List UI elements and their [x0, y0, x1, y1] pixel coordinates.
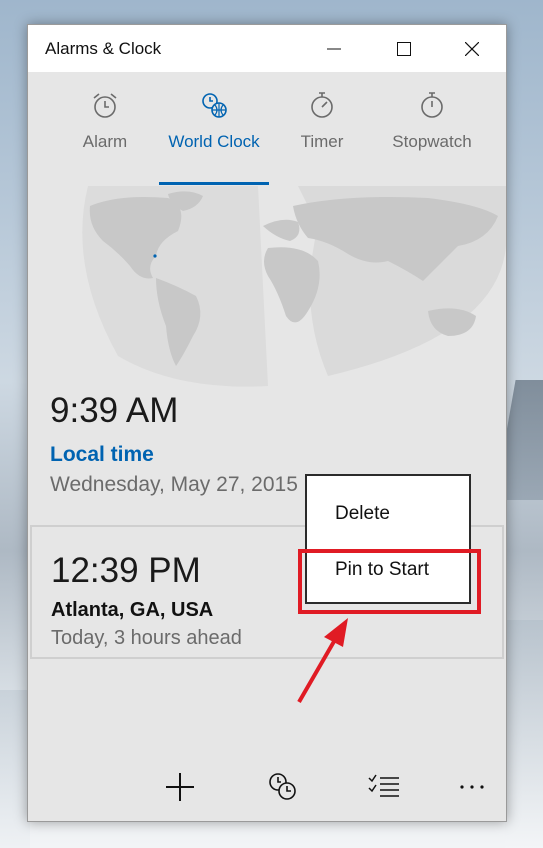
stopwatch-icon — [421, 92, 443, 118]
tab-world-clock[interactable]: World Clock — [159, 90, 269, 152]
desktop-background — [505, 620, 543, 848]
app-window: Alarms & Clock Alarm World Clock Timer S… — [27, 24, 507, 822]
app-bar — [28, 755, 506, 821]
local-clock[interactable]: 9:39 AM Local time Wednesday, May 27, 20… — [50, 391, 298, 497]
add-button[interactable] — [158, 765, 202, 809]
clock-offset: Today, 3 hours ahead — [51, 627, 242, 649]
more-icon — [460, 785, 484, 789]
tab-alarm[interactable]: Alarm — [73, 90, 137, 152]
tab-label: Stopwatch — [392, 132, 472, 151]
close-button[interactable] — [443, 25, 501, 72]
select-icon — [368, 774, 399, 797]
local-time: 9:39 AM — [50, 391, 179, 430]
tab-bar: Alarm World Clock Timer Stopwatch — [28, 72, 506, 186]
more-button[interactable] — [450, 765, 494, 809]
add-icon — [166, 773, 194, 801]
close-icon — [465, 41, 479, 56]
minimize-button[interactable] — [305, 25, 363, 72]
title-bar: Alarms & Clock — [28, 25, 506, 72]
annotation-highlight-box — [298, 549, 481, 614]
local-date: Wednesday, May 27, 2015 — [50, 473, 298, 496]
clock-time: 12:39 PM — [51, 551, 201, 590]
timer-icon — [311, 92, 333, 118]
alarm-clock-icon — [93, 93, 117, 118]
local-time-label: Local time — [50, 443, 154, 466]
world-map — [28, 186, 506, 391]
menu-item-delete[interactable]: Delete — [335, 503, 390, 525]
tab-label: World Clock — [168, 132, 260, 151]
window-title: Alarms & Clock — [45, 39, 162, 58]
tab-label: Timer — [300, 132, 344, 151]
select-button[interactable] — [362, 765, 406, 809]
maximize-icon — [397, 41, 411, 56]
clock-city: Atlanta, GA, USA — [51, 599, 214, 621]
desktop-background — [0, 690, 30, 848]
active-tab-indicator — [159, 182, 269, 185]
tab-timer[interactable]: Timer — [290, 90, 354, 152]
compare-button[interactable] — [261, 765, 305, 809]
minimize-icon — [327, 48, 341, 49]
tab-stopwatch[interactable]: Stopwatch — [382, 90, 482, 152]
world-clock-icon — [202, 93, 227, 118]
tab-label: Alarm — [82, 132, 128, 151]
compare-clocks-icon — [269, 773, 296, 800]
maximize-button[interactable] — [375, 25, 433, 72]
